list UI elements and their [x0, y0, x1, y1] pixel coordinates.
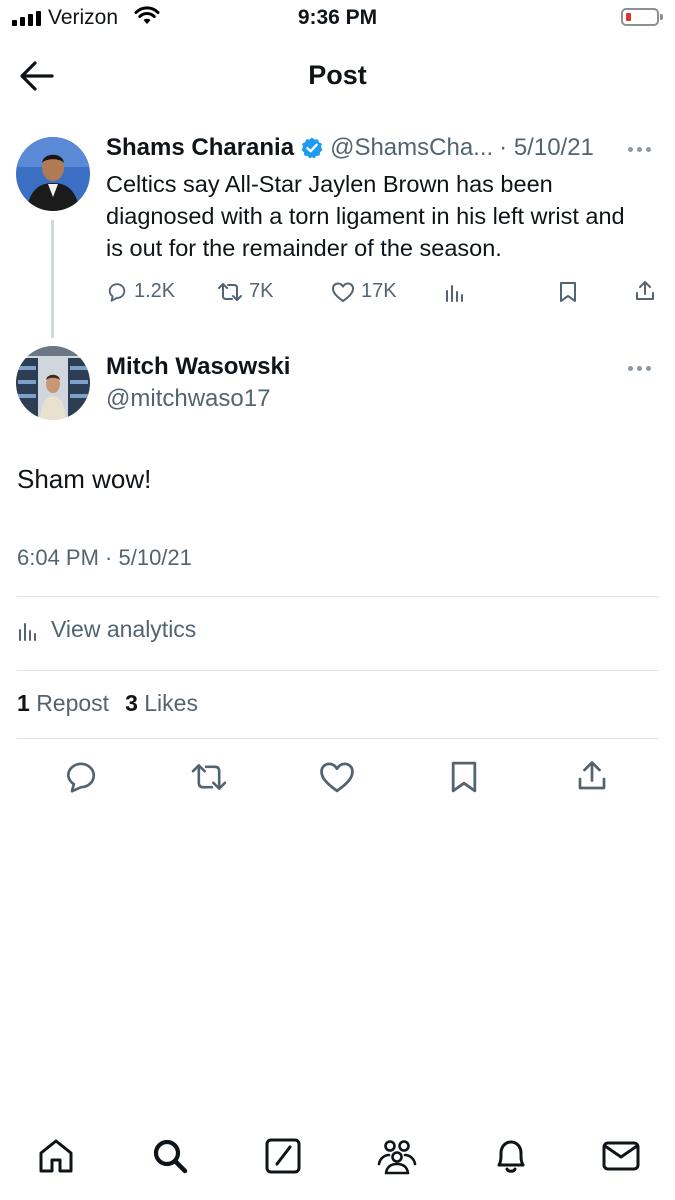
compose-icon[interactable]: [263, 1136, 303, 1176]
like-button[interactable]: 17K: [331, 280, 397, 303]
like-count: 17K: [361, 280, 397, 302]
communities-icon[interactable]: [377, 1136, 417, 1176]
divider: [17, 738, 659, 739]
avatar-shams[interactable]: [16, 137, 90, 211]
avatar-shams-image: [16, 137, 90, 211]
likes-label: Likes: [144, 690, 198, 716]
repost-action-icon[interactable]: [189, 761, 229, 793]
bookmark-icon[interactable]: [557, 280, 579, 304]
view-analytics-link[interactable]: View analytics: [17, 616, 196, 643]
likes-stat[interactable]: 3 Likes: [125, 690, 198, 717]
reposts-label: Repost: [36, 690, 110, 716]
repost-count: 7K: [249, 280, 274, 302]
author-handle[interactable]: @ShamsCha...: [330, 134, 493, 162]
messages-icon[interactable]: [601, 1136, 641, 1176]
verified-badge-icon: [301, 137, 323, 159]
reply-button[interactable]: 1.2K: [106, 280, 175, 303]
reply-text: Sham wow!: [17, 464, 152, 494]
reposts-stat[interactable]: 1 Repost: [17, 690, 109, 717]
avatar-mitch-image: [16, 346, 90, 420]
battery-icon: [621, 8, 663, 26]
notifications-icon[interactable]: [491, 1136, 531, 1176]
likes-count: 3: [125, 690, 138, 716]
bookmark-action-icon[interactable]: [447, 758, 481, 796]
thread-connector-line: [51, 220, 54, 338]
engagement-stats: 1 Repost 3 Likes: [17, 690, 198, 717]
share-icon[interactable]: [633, 279, 657, 303]
more-options-icon[interactable]: [628, 144, 656, 154]
analytics-icon: [19, 622, 36, 641]
reposts-count: 1: [17, 690, 30, 716]
reply-author-handle[interactable]: @mitchwaso17: [106, 385, 270, 413]
repost-icon: [218, 282, 242, 301]
reply-more-options-icon[interactable]: [628, 363, 656, 373]
view-analytics-label: View analytics: [51, 616, 197, 642]
reply-action-icon[interactable]: [63, 759, 99, 795]
page-title: Post: [308, 60, 367, 90]
tweet-text: Celtics say All-Star Jaylen Brown has be…: [106, 171, 625, 261]
reply-icon: [108, 282, 126, 302]
reply-author-name[interactable]: Mitch Wasowski: [106, 353, 290, 381]
clock: 9:36 PM: [297, 6, 378, 29]
divider: [17, 670, 659, 671]
tweet-date: · 5/10/21: [499, 134, 594, 161]
reply-count: 1.2K: [134, 280, 176, 302]
avatar-mitch[interactable]: [16, 346, 90, 420]
quoted-tweet-header: Shams Charania @ShamsCha... · 5/10/21: [106, 134, 594, 162]
like-icon: [332, 282, 354, 302]
status-bar: Verizon 9:36 PM: [0, 0, 675, 38]
home-icon[interactable]: [36, 1136, 76, 1176]
share-action-icon[interactable]: [574, 758, 610, 794]
reply-timestamp: 6:04 PM · 5/10/21: [17, 545, 192, 570]
author-name[interactable]: Shams Charania: [106, 134, 294, 162]
search-icon[interactable]: [150, 1136, 190, 1176]
like-action-icon[interactable]: [318, 760, 356, 794]
divider: [17, 596, 659, 597]
views-icon[interactable]: [444, 282, 466, 302]
repost-button[interactable]: 7K: [217, 280, 273, 303]
